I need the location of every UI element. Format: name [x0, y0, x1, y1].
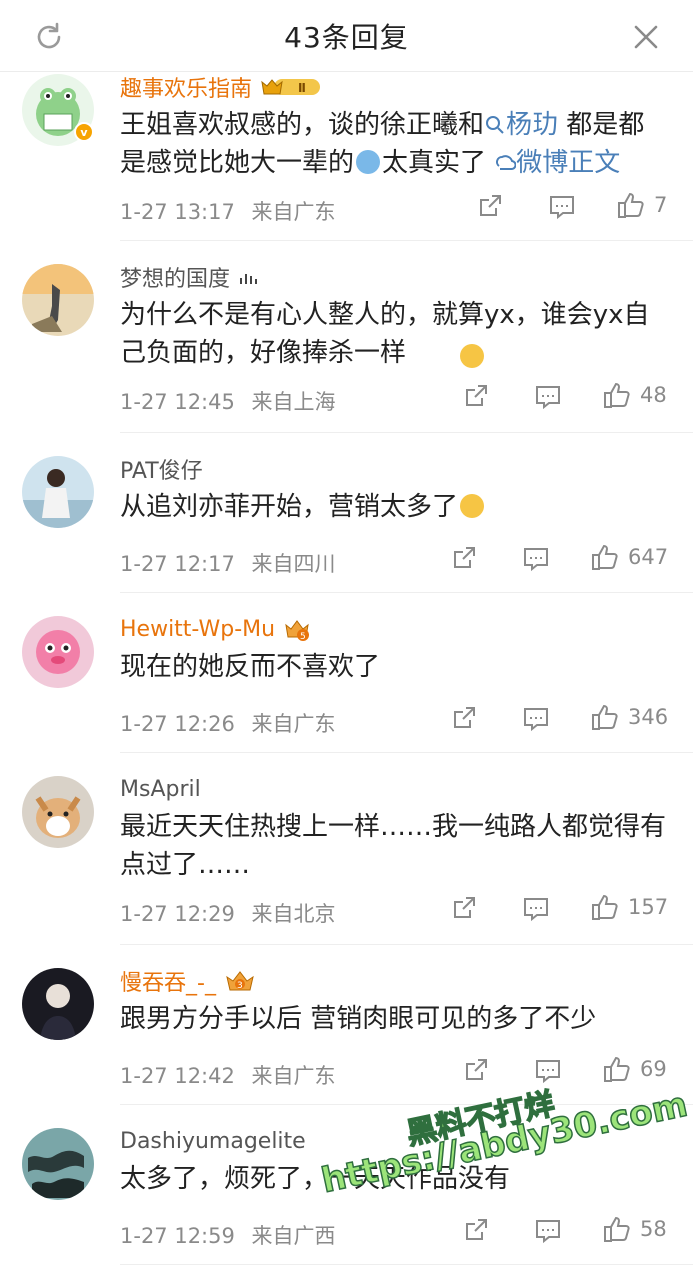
divider	[120, 592, 693, 593]
comment-text: 为什么不是有心人整人的，就算yx，谁会yx自己负面的，好像捧杀一样	[120, 300, 650, 368]
avatar[interactable]	[22, 776, 94, 848]
avatar[interactable]	[22, 1128, 94, 1200]
comment-text: 王姐喜欢叔感的，谈的徐正曦和 杨玏 都是都是感觉比她大一辈的 太真实了 微博正文	[120, 110, 645, 178]
like-button[interactable]: 346	[590, 702, 668, 732]
like-count: 48	[640, 383, 667, 407]
username[interactable]: MsApril	[120, 777, 201, 802]
comment-icon[interactable]	[522, 896, 550, 922]
username[interactable]: 趣事欢乐指南	[120, 71, 252, 103]
like-button[interactable]: 58	[602, 1214, 667, 1244]
search-icon	[486, 116, 504, 134]
username[interactable]: 慢吞吞_-_	[120, 965, 216, 997]
like-button[interactable]: 48	[602, 380, 667, 410]
comment-meta: 1-27 12:29 来自北京	[120, 898, 336, 928]
comment-meta: 1-27 13:17 来自广东	[120, 196, 336, 226]
avatar[interactable]	[22, 616, 94, 688]
comment-location: 来自北京	[251, 902, 336, 926]
share-icon[interactable]	[450, 544, 478, 572]
comment-meta: 1-27 12:42 来自广东	[120, 1060, 336, 1090]
like-button[interactable]: 69	[602, 1054, 667, 1084]
thumbs-up-icon	[618, 192, 644, 218]
comment-icon[interactable]	[534, 1218, 562, 1244]
comment-location: 来自广东	[251, 200, 336, 224]
like-button[interactable]: 647	[590, 542, 668, 572]
comment-date: 1-27 12:45	[120, 390, 235, 414]
share-icon[interactable]	[462, 1216, 490, 1244]
comment-date: 1-27 12:26	[120, 712, 235, 736]
comment-date: 1-27 12:59	[120, 1224, 235, 1248]
divider	[120, 240, 693, 241]
divider	[120, 1264, 693, 1265]
like-count: 69	[640, 1057, 667, 1081]
comment-text: 从追刘亦菲开始，营销太多了	[120, 488, 668, 526]
comment-meta: 1-27 12:26 来自广东	[120, 708, 336, 738]
smug-emoji-icon	[460, 344, 484, 368]
svg-text:3: 3	[237, 981, 243, 991]
verified-badge-icon: v	[74, 122, 94, 142]
username[interactable]: Hewitt-Wp-Mu	[120, 617, 275, 642]
crown-level-5-icon[interactable]: 5	[283, 617, 311, 641]
thumbs-up-icon	[604, 1056, 630, 1082]
comment-text: 现在的她反而不喜欢了	[120, 652, 381, 682]
comment-location: 来自广西	[251, 1224, 336, 1248]
page-title: 43条回复	[284, 21, 409, 54]
like-count: 647	[628, 545, 669, 569]
laughing-emoji-icon	[356, 150, 381, 174]
crown-level-3-icon[interactable]: 3	[224, 969, 256, 993]
avatar[interactable]	[22, 456, 94, 528]
link-icon	[496, 155, 517, 170]
comment-meta: 1-27 12:45 来自上海	[120, 386, 336, 416]
svg-text:5: 5	[300, 632, 306, 641]
comment-icon[interactable]	[522, 546, 550, 572]
like-count: 58	[640, 1217, 667, 1241]
username[interactable]: 梦想的国度	[120, 261, 230, 293]
divider	[120, 944, 693, 945]
like-button[interactable]: 7	[616, 190, 667, 220]
comment-icon[interactable]	[534, 384, 562, 410]
header-bar: 43条回复	[0, 0, 693, 72]
comment-text: 最近天天住热搜上一样……我一纯路人都觉得有点过了……	[120, 812, 667, 880]
comment-date: 1-27 13:17	[120, 200, 235, 224]
comment-icon[interactable]	[522, 706, 550, 732]
share-icon[interactable]	[450, 894, 478, 922]
level-icon	[238, 268, 262, 286]
svg-text:Ⅱ: Ⅱ	[298, 81, 306, 95]
thumbs-up-icon	[604, 382, 630, 408]
share-icon[interactable]	[462, 382, 490, 410]
comment-meta: 1-27 12:59 来自广西	[120, 1220, 336, 1250]
comment-location: 来自四川	[251, 552, 336, 576]
thumbs-up-icon	[592, 704, 618, 730]
username[interactable]: PAT俊仔	[120, 453, 203, 485]
like-count: 157	[628, 895, 669, 919]
close-icon[interactable]	[627, 18, 665, 56]
comment-meta: 1-27 12:17 来自四川	[120, 548, 336, 578]
comment-location: 来自广东	[251, 1064, 336, 1088]
divider	[120, 752, 693, 753]
comment-date: 1-27 12:42	[120, 1064, 235, 1088]
comment-text: 跟男方分手以后 营销肉眼可见的多了不少	[120, 1004, 597, 1034]
like-count: 7	[654, 193, 668, 217]
thumbs-up-icon	[604, 1216, 630, 1242]
comment-date: 1-27 12:29	[120, 902, 235, 926]
comment-icon[interactable]	[548, 194, 576, 220]
crown-level-II-icon[interactable]: Ⅱ	[260, 76, 324, 98]
topic-link[interactable]: 杨玏	[484, 110, 558, 140]
divider	[120, 432, 693, 433]
thumbs-up-icon	[592, 894, 618, 920]
comment-location: 来自上海	[251, 390, 336, 414]
like-button[interactable]: 157	[590, 892, 668, 922]
crying-laughing-emoji-icon	[460, 494, 485, 518]
avatar[interactable]	[22, 968, 94, 1040]
comment-date: 1-27 12:17	[120, 552, 235, 576]
username[interactable]: Dashiyumagelite	[120, 1129, 306, 1154]
avatar[interactable]	[22, 264, 94, 336]
share-icon[interactable]	[476, 192, 504, 220]
share-icon[interactable]	[450, 704, 478, 732]
thumbs-up-icon	[592, 544, 618, 570]
comment-location: 来自广东	[251, 712, 336, 736]
weibo-link[interactable]: 微博正文	[494, 148, 620, 178]
like-count: 346	[628, 705, 669, 729]
share-icon[interactable]	[462, 1056, 490, 1084]
